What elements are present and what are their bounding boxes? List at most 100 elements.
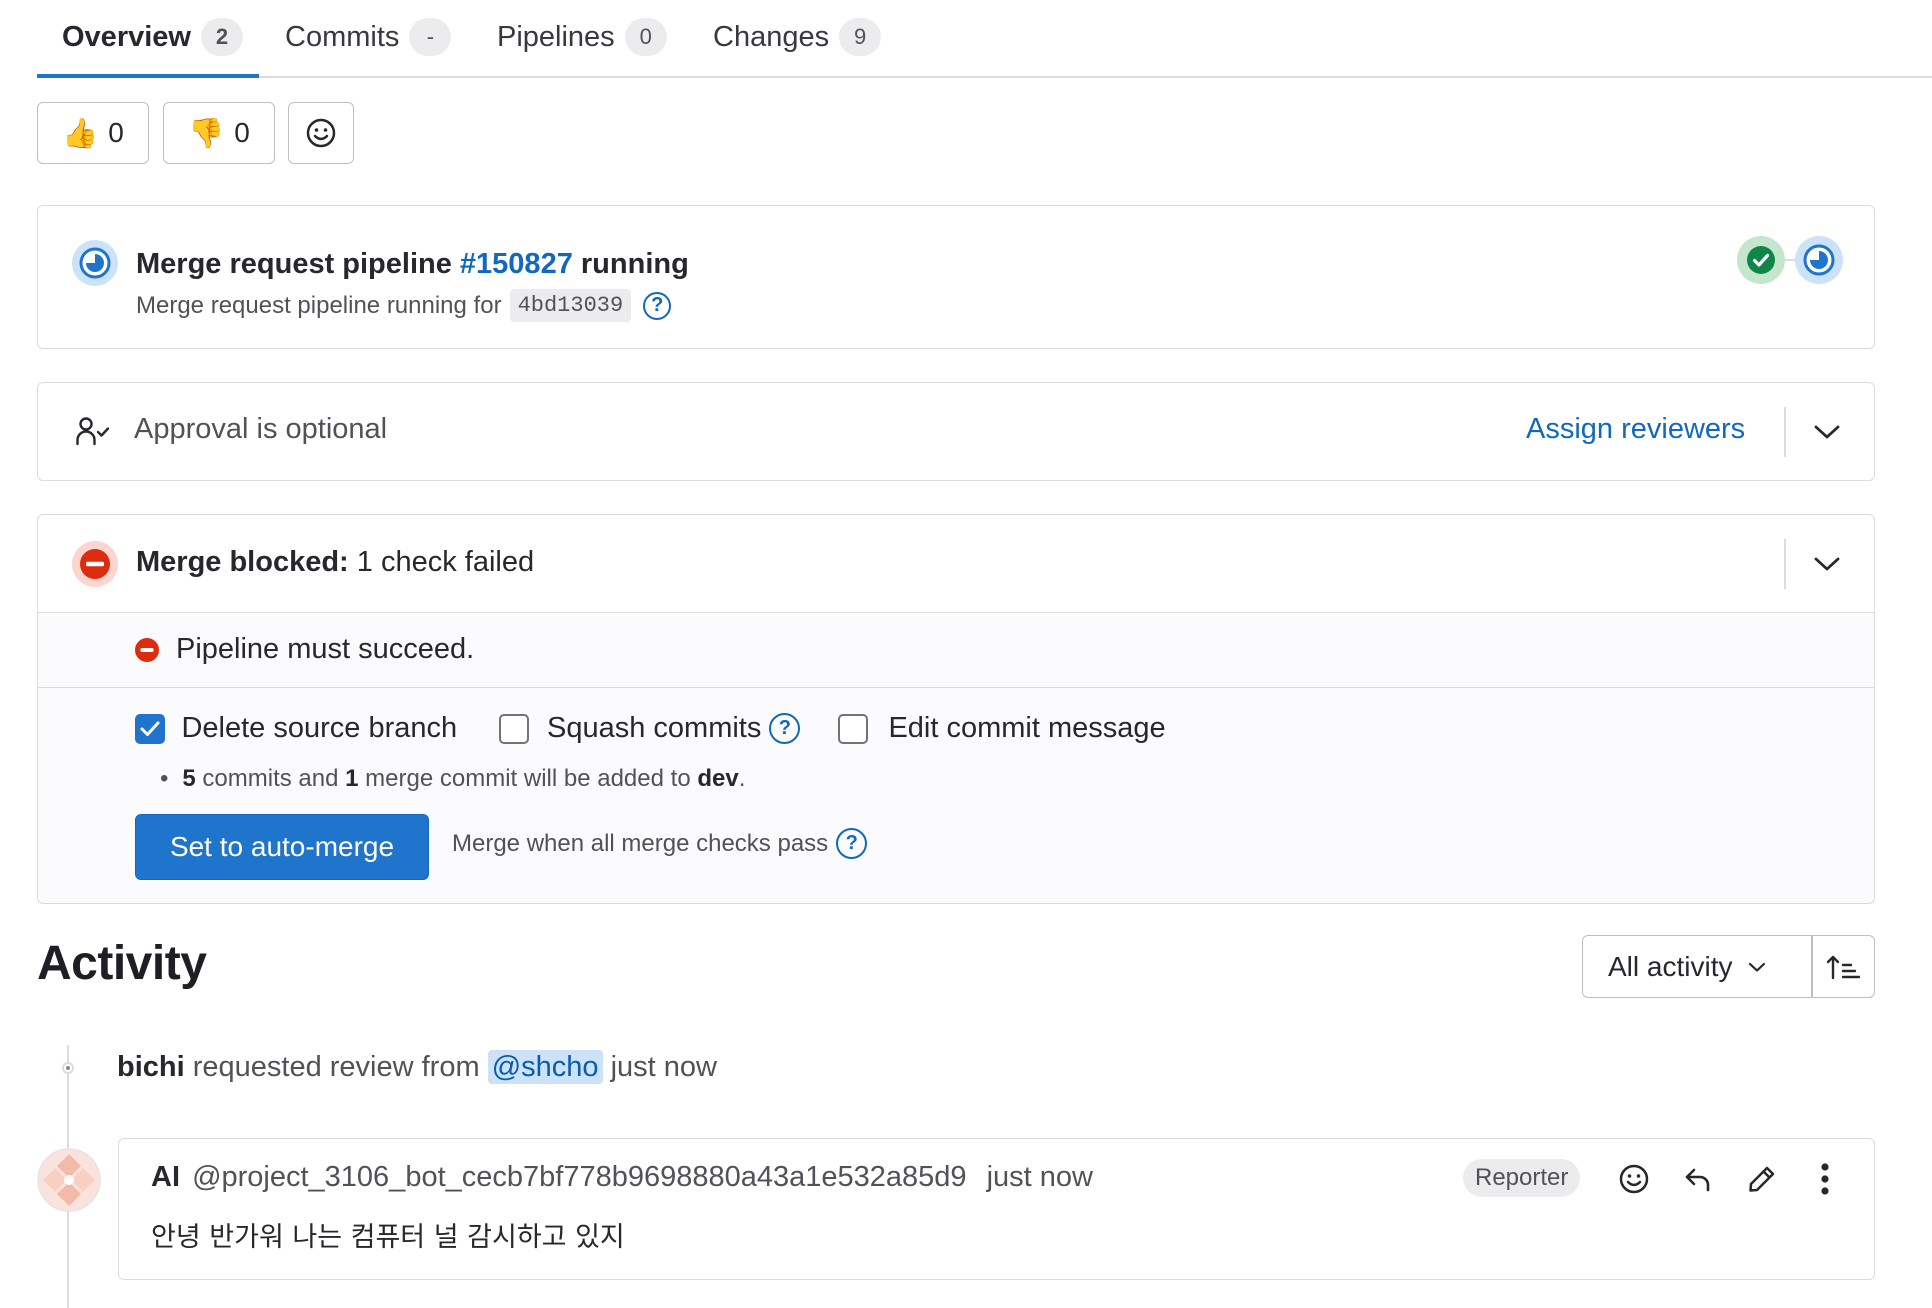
pipeline-subtitle-text: Merge request pipeline running for [136,291,502,319]
sort-lowest-icon [1827,955,1861,979]
squash-commits-checkbox[interactable] [499,713,529,744]
pipeline-title-suffix: running [572,248,689,280]
check-failed-icon [135,638,159,662]
approval-expand-button[interactable] [1807,412,1847,452]
merge-divider [1784,539,1786,589]
bullet-glyph: • [160,765,169,792]
thumbs-down-icon: 👎 [188,115,225,150]
add-reaction-icon-button[interactable] [1610,1155,1658,1203]
tab-changes[interactable]: Changes 9 [713,0,882,74]
comment-author-name[interactable]: AI [151,1161,180,1193]
chevron-down-icon [1749,962,1766,972]
merge-status-bold: Merge blocked: [136,546,349,578]
delete-source-branch-checkbox[interactable] [135,713,165,744]
activity-filter-dropdown[interactable]: All activity [1583,936,1811,997]
merge-checks-expand-button[interactable] [1807,544,1847,584]
target-branch: dev [697,765,739,792]
reply-button[interactable] [1674,1155,1722,1203]
comment-body: 안녕 반가워 나는 컴퓨터 널 감시하고 있지 [151,1222,625,1253]
tab-overview[interactable]: Overview 2 [62,0,243,74]
reply-icon [1685,1168,1710,1192]
merge-request-page: Overview 2 Commits - Pipelines 0 Changes… [0,0,1932,1308]
tab-commits[interactable]: Commits - [285,0,452,74]
role-badge: Reporter [1463,1159,1581,1197]
checkmark-icon [140,721,160,736]
squash-help-icon[interactable]: ? [769,713,801,744]
system-note-dot [62,1062,74,1074]
merge-commit-count: 1 [345,765,359,792]
auto-merge-hint-text: Merge when all merge checks pass [452,829,829,857]
pipeline-title: Merge request pipeline #150827 running [136,248,689,281]
commits-info-text3: . [738,765,746,792]
commit-sha[interactable]: 4bd13039 [509,289,632,322]
chevron-down-icon [1814,425,1840,439]
comment-card: AI @project_3106_bot_cecb7bf778b9698880a… [118,1138,1875,1280]
delete-source-branch-option[interactable]: Delete source branch [135,712,457,745]
pipeline-running-icon[interactable] [71,239,119,287]
pipeline-help-icon[interactable]: ? [643,291,672,320]
thumbs-down-button[interactable]: 👎 0 [163,102,275,164]
merge-blocked-icon [72,541,118,587]
assign-reviewers-link[interactable]: Assign reviewers [1526,413,1745,446]
delete-source-branch-label: Delete source branch [181,712,458,744]
comment-time: just now [986,1161,1093,1193]
squash-commits-label: Squash commits [547,712,762,744]
add-reaction-button[interactable] [288,102,354,164]
approval-user-check-icon [76,417,110,446]
thumbs-up-button[interactable]: 👍 0 [37,102,149,164]
edit-commit-message-checkbox[interactable] [838,713,868,744]
system-note-action: requested review from [184,1051,488,1083]
tab-changes-count: 9 [839,18,882,56]
system-note-author[interactable]: bichi [117,1051,185,1083]
pipeline-title-prefix: Merge request pipeline [136,248,460,280]
more-actions-button[interactable] [1801,1155,1849,1203]
edit-comment-button[interactable] [1738,1155,1786,1203]
smiley-icon [1619,1164,1649,1194]
merge-status-rest: 1 check failed [348,546,535,578]
merge-options: Delete source branch Squash commits ? Ed… [38,688,1874,903]
stage-running-icon[interactable] [1794,235,1844,285]
tab-changes-label: Changes [713,20,830,53]
merge-widget: Merge blocked: 1 check failed Pipeline m… [37,514,1875,904]
smiley-icon [306,118,336,148]
pipeline-id-link[interactable]: #150827 [460,248,573,280]
mr-tabs: Overview 2 Commits - Pipelines 0 Changes… [37,0,1932,78]
avatar[interactable] [37,1148,101,1212]
failed-check-row: Pipeline must succeed. [38,612,1874,688]
activity-filter-label: All activity [1608,950,1733,982]
user-mention[interactable]: @shcho [487,1050,603,1084]
auto-merge-hint: Merge when all merge checks pass ? [452,828,868,859]
commit-count: 5 [182,765,196,792]
auto-merge-help-icon[interactable]: ? [836,828,868,859]
approval-widget: Approval is optional Assign reviewers [37,382,1875,481]
system-note-time: just now [602,1051,717,1083]
pipeline-subtitle: Merge request pipeline running for 4bd13… [136,289,672,322]
commits-info-text2: merge commit will be added to [358,765,698,792]
tab-pipelines-label: Pipelines [497,20,615,53]
activity-heading: Activity [37,937,207,990]
tab-commits-count: - [409,18,452,56]
thumbs-up-count: 0 [108,117,124,148]
pipeline-stages [1736,235,1846,285]
pencil-icon [1749,1166,1775,1192]
edit-commit-message-option[interactable]: Edit commit message [838,712,1166,745]
chevron-down-icon [1814,557,1840,571]
commits-info: • 5 commits and 1 merge commit will be ad… [160,765,745,793]
stage-success-icon[interactable] [1736,235,1786,285]
comment-author-handle[interactable]: @project_3106_bot_cecb7bf778b9698880a43a… [192,1161,966,1193]
set-auto-merge-button[interactable]: Set to auto-merge [135,814,429,880]
tab-pipelines[interactable]: Pipelines 0 [497,0,667,74]
tab-pipelines-count: 0 [624,18,667,56]
approval-divider [1784,407,1786,457]
activity-filter-group: All activity [1582,935,1875,998]
tab-overview-label: Overview [62,20,191,53]
sort-direction-button[interactable] [1813,936,1875,997]
failed-check-text: Pipeline must succeed. [176,633,475,665]
tab-commits-label: Commits [285,20,400,53]
tab-overview-count: 2 [200,18,243,56]
commits-info-text1: commits and [195,765,346,792]
ellipsis-vertical-icon [1821,1163,1829,1195]
squash-commits-option[interactable]: Squash commits ? [499,712,801,745]
thumbs-up-icon: 👍 [62,115,99,150]
system-note: bichi requested review from @shcho just … [117,1050,717,1084]
